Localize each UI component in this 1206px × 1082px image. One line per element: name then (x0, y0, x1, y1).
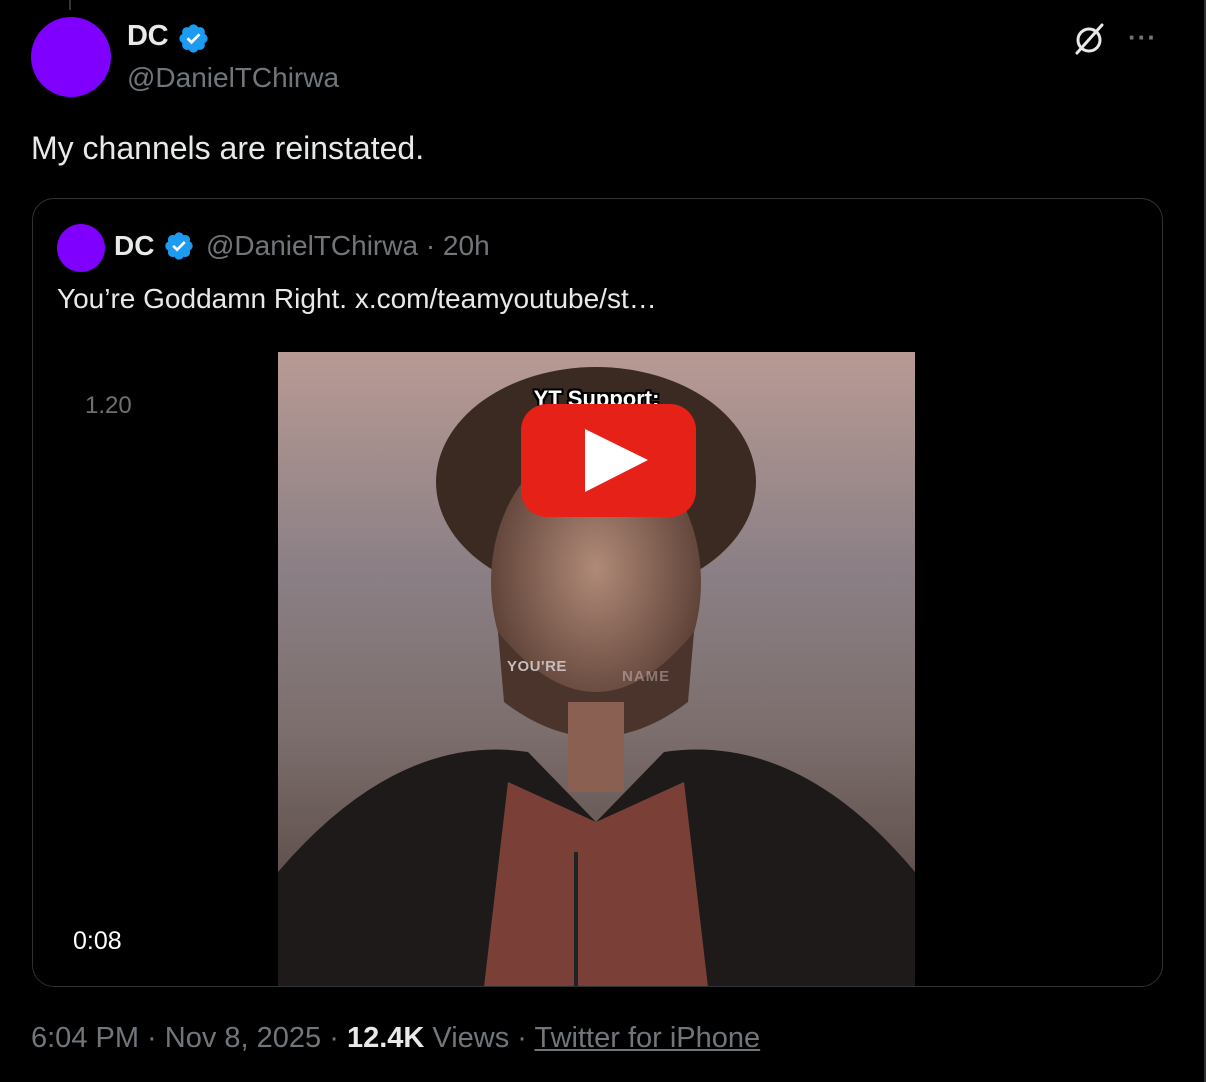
youtube-logo-icon (521, 404, 696, 517)
quoted-tweet-card[interactable]: DC @DanielTChirwa · 20h You’re Goddamn R… (32, 198, 1163, 987)
quoted-author-display-name[interactable]: DC (114, 230, 154, 262)
verified-badge-icon (179, 24, 208, 53)
video-subtitle-left: YOU'RE (507, 658, 567, 675)
author-handle[interactable]: @DanielTChirwa (127, 62, 339, 94)
separator: · (321, 1022, 347, 1054)
views-count: 12.4K (346, 1022, 425, 1054)
tweet-date[interactable]: Nov 8, 2025 (165, 1022, 321, 1054)
quoted-avatar[interactable] (57, 224, 105, 272)
author-display-name[interactable]: DC (127, 20, 169, 53)
video-player[interactable]: 1.20 YT Support: YOU'RE NAME 0:08 (33, 352, 1162, 986)
more-icon[interactable]: ··· (1128, 24, 1157, 50)
separator: · (139, 1022, 165, 1054)
tweet-page: DC @DanielTChirwa ··· My channels are re… (0, 0, 1206, 1082)
avatar[interactable] (31, 17, 111, 97)
video-thumbnail[interactable]: YT Support: YOU'RE NAME (278, 352, 915, 986)
video-overlay-number: 1.20 (85, 392, 132, 419)
verified-badge-icon (165, 232, 193, 260)
tweet-metadata-footer: 6:04 PM · Nov 8, 2025 · 12.4K Views · Tw… (31, 1022, 760, 1055)
separator: · (509, 1022, 535, 1054)
grok-icon[interactable] (1071, 21, 1107, 57)
video-subtitle-right: NAME (622, 668, 671, 685)
quoted-handle-and-time[interactable]: @DanielTChirwa · 20h (206, 230, 490, 262)
quoted-tweet-text[interactable]: You’re Goddamn Right. x.com/teamyoutube/… (57, 283, 657, 315)
video-duration: 0:08 (73, 927, 122, 955)
tweet-time[interactable]: 6:04 PM (31, 1022, 139, 1054)
source-link[interactable]: Twitter for iPhone (535, 1022, 761, 1054)
tweet-text: My channels are reinstated. (31, 130, 425, 166)
views-label: Views (432, 1022, 510, 1054)
thread-connector-line (69, 0, 71, 10)
